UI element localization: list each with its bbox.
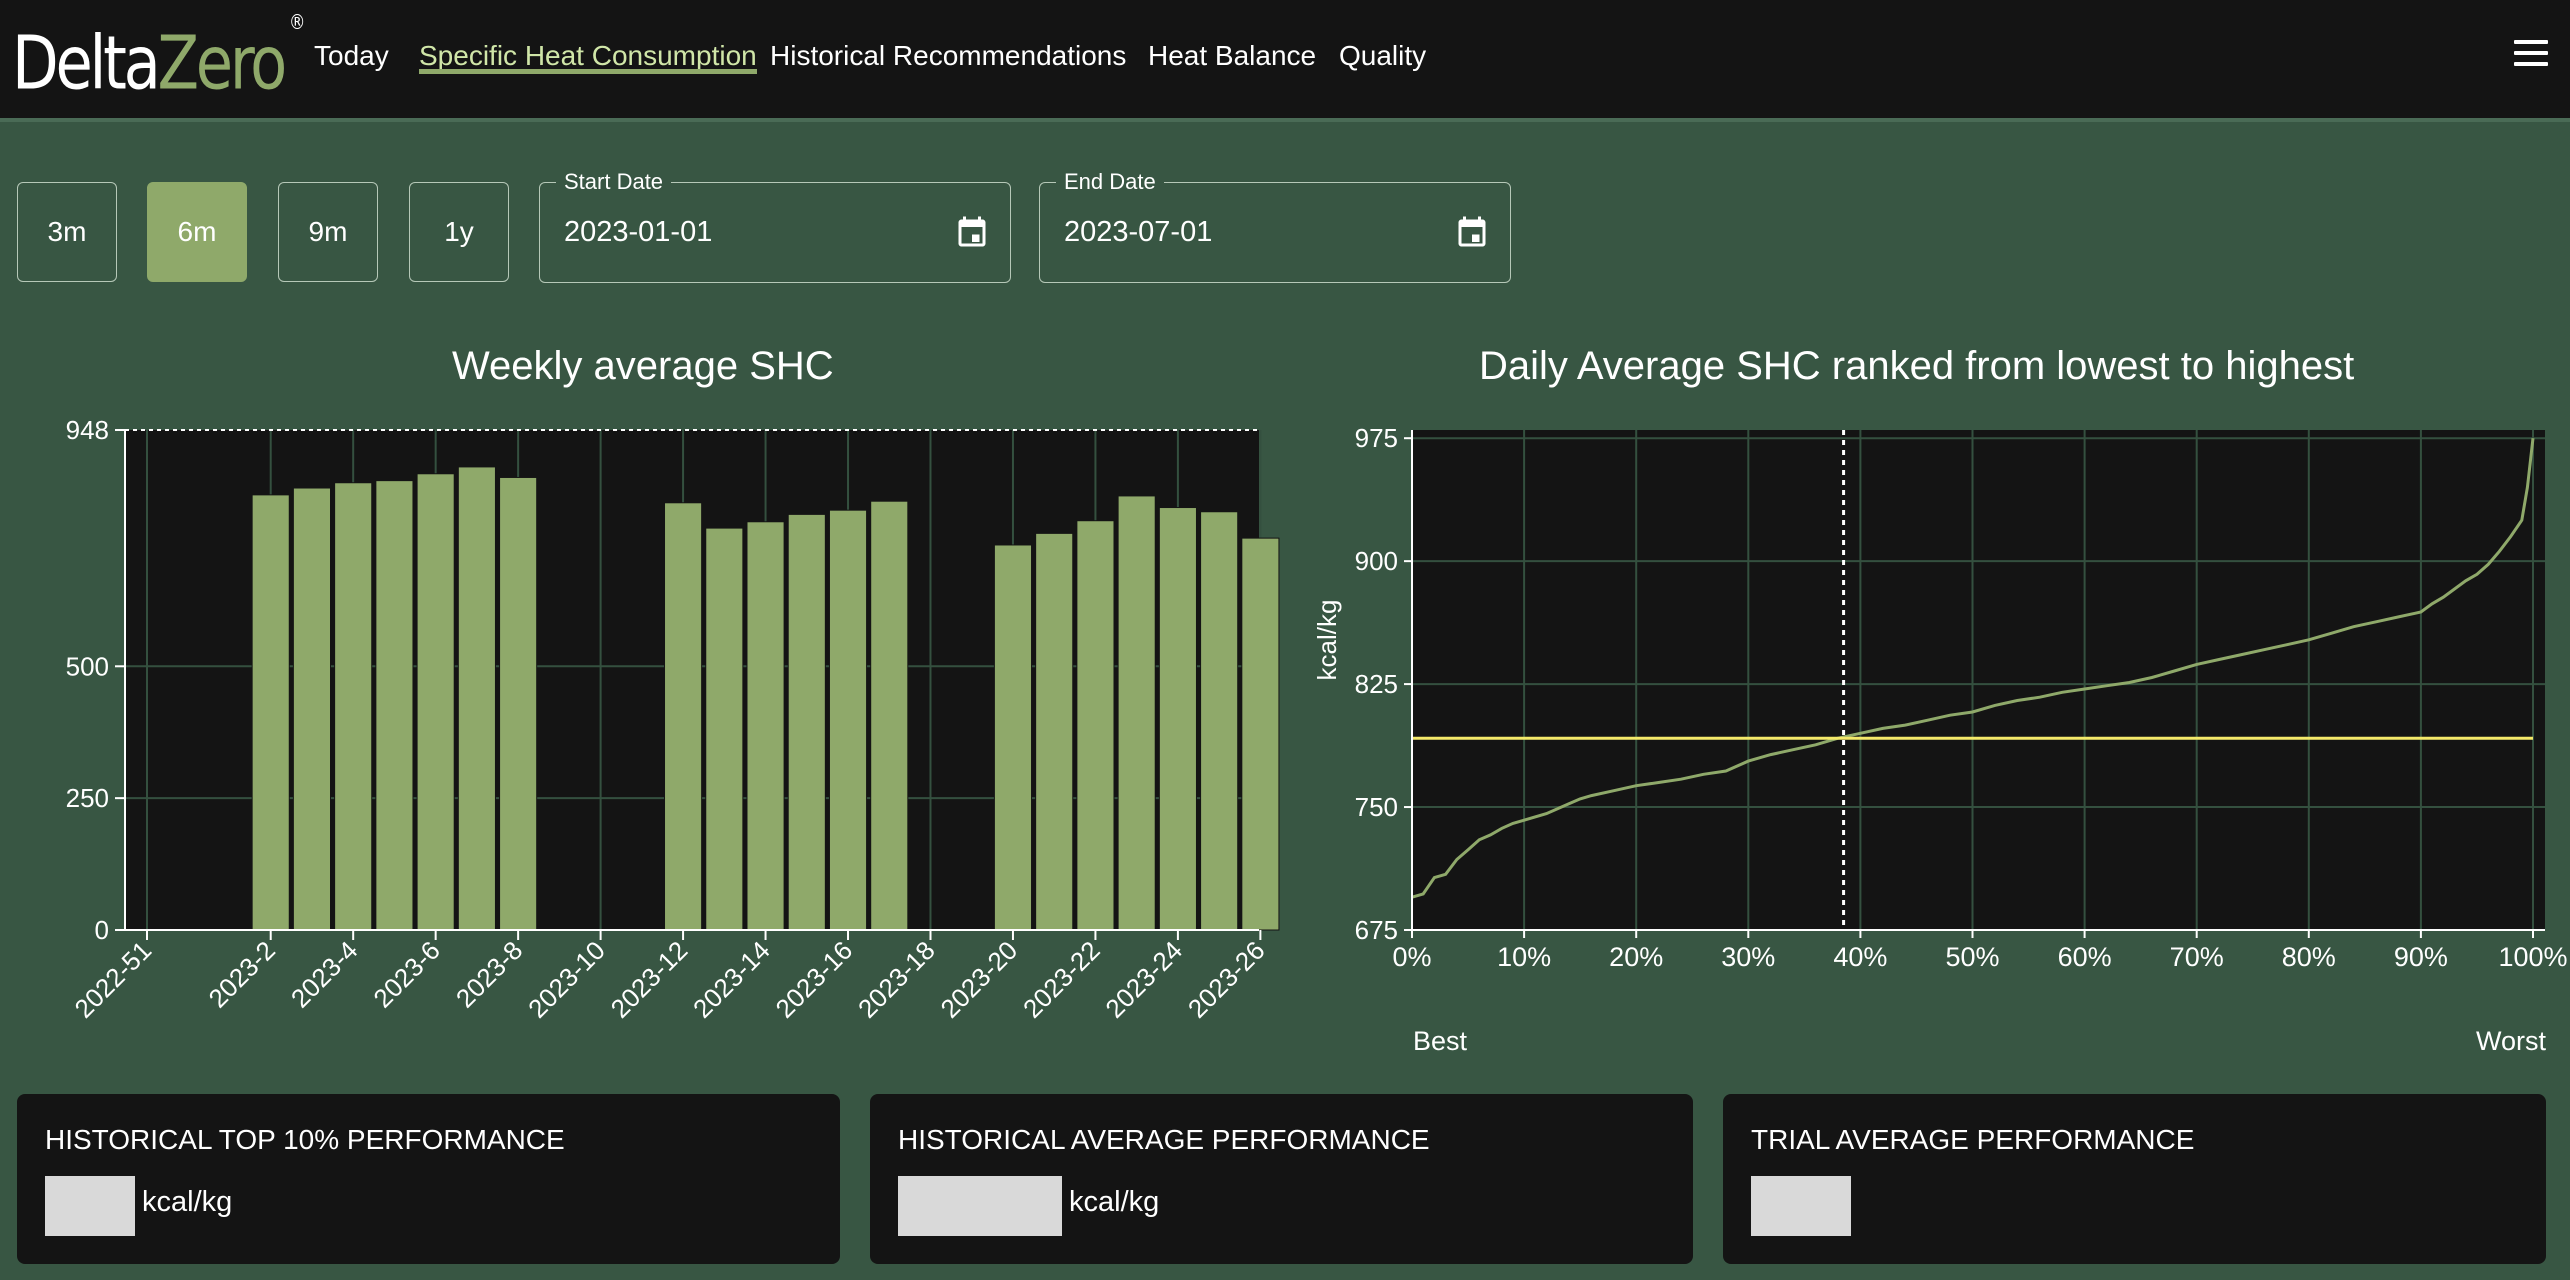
hamburger-menu-icon[interactable]	[2514, 40, 2548, 70]
value-box	[1751, 1176, 1851, 1236]
bar	[828, 509, 868, 931]
y-tick-label: 948	[66, 415, 109, 445]
range-1y-button[interactable]: 1y	[409, 182, 509, 282]
x-tick-label: 2023-22	[1017, 935, 1106, 1024]
x-tick-label: 90%	[2394, 942, 2448, 972]
historical-average-card: HISTORICAL AVERAGE PERFORMANCE kcal/kg	[870, 1094, 1693, 1264]
y-tick-label: 250	[66, 783, 109, 813]
nav-today[interactable]: Today	[314, 0, 389, 112]
x-tick-label: 2023-26	[1182, 935, 1271, 1024]
calendar-icon[interactable]	[954, 215, 990, 251]
bar	[705, 527, 744, 931]
x-tick-label: 2023-24	[1099, 935, 1188, 1024]
nav-heat-balance[interactable]: Heat Balance	[1148, 0, 1316, 112]
ranked-daily-shc-chart: 0% 10% 20% 30% 40% 50% 60% 70% 80% 90% 100% 675 750 8…	[1312, 423, 2568, 972]
x-tick-label: 0%	[1392, 942, 1431, 972]
bar	[993, 544, 1033, 931]
end-date-field[interactable]: End Date 2023-07-01	[1039, 169, 1511, 283]
bar	[416, 473, 455, 931]
x-tick-label: 2023-8	[450, 935, 528, 1013]
y-tick-label: 675	[1355, 915, 1398, 945]
x-tick-label: 2023-4	[285, 935, 363, 1013]
bar	[499, 476, 538, 931]
x-tick-label: 2023-12	[605, 935, 694, 1024]
y-tick-label: 750	[1355, 792, 1398, 822]
x-tick-label: 2023-14	[687, 935, 776, 1024]
logo-text-delta: Delta	[12, 20, 161, 107]
y-tick-label: 500	[66, 651, 109, 681]
card-title: HISTORICAL TOP 10% PERFORMANCE	[45, 1124, 565, 1155]
x-tick-label: 2023-18	[852, 935, 941, 1024]
card-title: TRIAL AVERAGE PERFORMANCE	[1751, 1124, 2195, 1155]
bar	[457, 466, 496, 931]
y-tick-label: 0	[95, 915, 109, 945]
bar	[787, 513, 826, 931]
weekly-chart-title: Weekly average SHC	[452, 344, 834, 388]
x-tick-label: 30%	[1721, 942, 1775, 972]
bar	[870, 500, 909, 931]
bar	[334, 482, 373, 931]
unit-label: kcal/kg	[142, 1186, 233, 1218]
deltazero-logo[interactable]: DeltaZero ®	[12, 6, 306, 107]
x-tick-label: 2023-16	[770, 935, 859, 1024]
bar	[1241, 537, 1280, 931]
bar	[1117, 495, 1156, 931]
value-box	[898, 1176, 1062, 1236]
x-tick-label: 2023-10	[522, 935, 611, 1024]
trial-average-card: TRIAL AVERAGE PERFORMANCE	[1723, 1094, 2546, 1264]
y-tick-label: 900	[1355, 546, 1398, 576]
bar	[292, 487, 332, 931]
axis-label-worst: Worst	[2476, 1026, 2547, 1056]
nav-historical-recommendations[interactable]: Historical Recommendations	[770, 0, 1126, 112]
nav-specific-heat-consumption[interactable]: Specific Heat Consumption	[419, 0, 757, 112]
weekly-average-shc-chart: 02505009482022-51 2023-2 2023-4 2023-6 2023-…	[66, 415, 1280, 1024]
x-tick-label: 2022-51	[69, 935, 158, 1024]
end-date-value[interactable]: 2023-07-01	[1064, 183, 1212, 282]
x-tick-label: 80%	[2282, 942, 2336, 972]
bar	[1200, 511, 1239, 931]
x-tick-label: 70%	[2170, 942, 2224, 972]
range-9m-button[interactable]: 9m	[278, 182, 378, 282]
nav-quality[interactable]: Quality	[1339, 0, 1426, 112]
range-6m-button[interactable]: 6m	[147, 182, 247, 282]
y-tick-label: 825	[1355, 669, 1398, 699]
unit-label: kcal/kg	[1069, 1186, 1160, 1218]
range-3m-button[interactable]: 3m	[17, 182, 117, 282]
bar	[251, 494, 290, 931]
start-date-value[interactable]: 2023-01-01	[564, 183, 712, 282]
registered-mark: ®	[288, 10, 306, 34]
calendar-icon[interactable]	[1454, 215, 1490, 251]
y-tick-label: 975	[1355, 423, 1398, 453]
logo-text-zero: Zero	[157, 20, 287, 107]
start-date-field[interactable]: Start Date 2023-01-01	[539, 169, 1011, 283]
x-tick-label: 2023-6	[367, 935, 445, 1013]
x-tick-label: 2023-20	[935, 935, 1024, 1024]
y-axis-label: kcal/kg	[1312, 600, 1342, 681]
top-navigation-bar: DeltaZero ® Today Specific Heat Consumpti…	[0, 0, 2570, 122]
x-tick-label: 100%	[2498, 942, 2567, 972]
value-box	[45, 1176, 135, 1236]
x-tick-label: 10%	[1497, 942, 1551, 972]
card-title: HISTORICAL AVERAGE PERFORMANCE	[898, 1124, 1430, 1155]
x-tick-label: 2023-2	[202, 935, 280, 1013]
bar	[664, 502, 703, 931]
axis-label-best: Best	[1413, 1026, 1468, 1056]
x-tick-label: 40%	[1833, 942, 1887, 972]
historical-top10-card: HISTORICAL TOP 10% PERFORMANCE kcal/kg	[17, 1094, 840, 1264]
bar	[375, 480, 414, 931]
x-tick-label: 50%	[1945, 942, 1999, 972]
bar	[746, 521, 785, 931]
plot-area	[1412, 430, 2545, 930]
x-tick-label: 20%	[1609, 942, 1663, 972]
ranked-chart-title: Daily Average SHC ranked from lowest to …	[1479, 344, 2355, 388]
bar	[1076, 520, 1115, 931]
bar	[1035, 532, 1074, 931]
x-tick-label: 60%	[2058, 942, 2112, 972]
bar	[1158, 507, 1197, 931]
